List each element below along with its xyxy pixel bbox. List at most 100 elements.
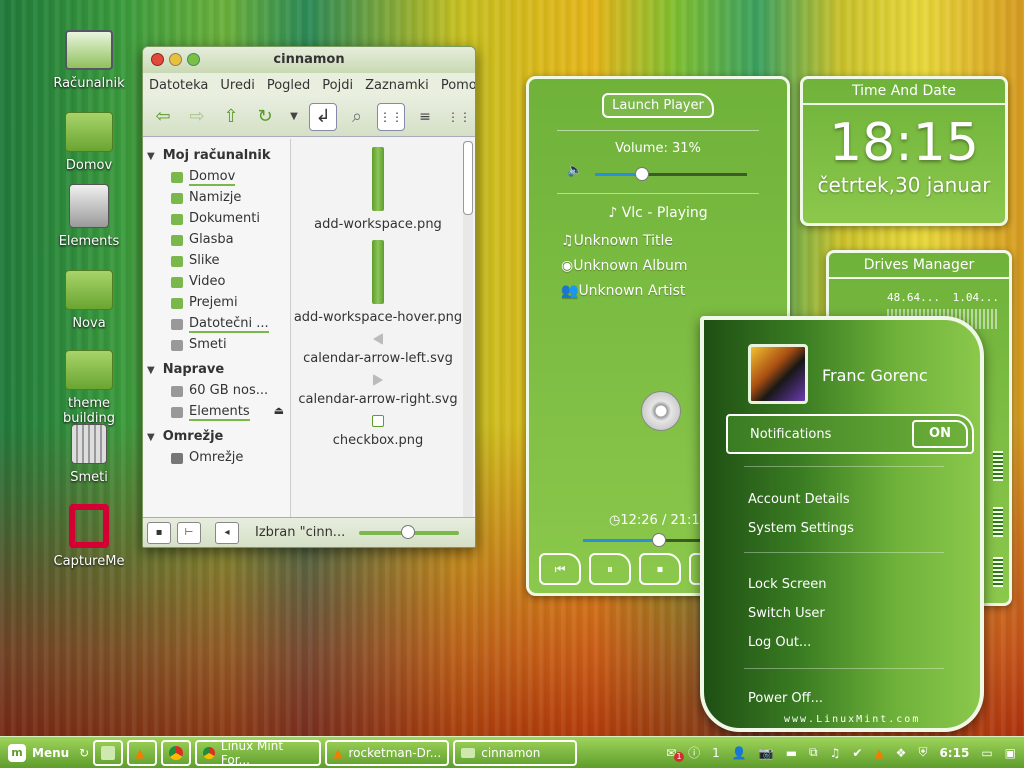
- sidebar-item-desktop[interactable]: Namizje: [143, 187, 290, 208]
- sidebar-header[interactable]: Naprave: [143, 359, 290, 380]
- sidebar-item-network[interactable]: Omrežje: [143, 447, 290, 468]
- menu-item-file[interactable]: Datoteka: [149, 78, 208, 93]
- show-desktop-icon[interactable]: ▭: [981, 746, 992, 760]
- music-icon[interactable]: ♫: [830, 746, 841, 760]
- desktop-icon-nova[interactable]: Nova: [44, 270, 134, 331]
- menu-item-help[interactable]: Pomoč: [441, 78, 475, 93]
- compact-view-icon[interactable]: ⋮⋮: [445, 103, 473, 131]
- maximize-icon[interactable]: [187, 53, 200, 66]
- task-rocketman[interactable]: ▲ rocketman-Dr...: [325, 739, 450, 766]
- footer-link[interactable]: www.LinuxMint.com: [784, 714, 920, 725]
- power-off-item[interactable]: Power Off...: [748, 691, 823, 706]
- log-out-item[interactable]: Log Out...: [748, 635, 811, 650]
- pause-button[interactable]: ⏸: [589, 553, 631, 585]
- file-item[interactable]: add-workspace-hover.png: [293, 232, 463, 325]
- scrollbar-thumb[interactable]: [463, 141, 473, 215]
- launcher-vlc[interactable]: ▲: [127, 739, 158, 766]
- menu-item-go[interactable]: Pojdi: [322, 78, 353, 93]
- file-item[interactable]: calendar-arrow-left.svg: [293, 325, 463, 366]
- mail-icon[interactable]: ✉ 1: [666, 746, 685, 762]
- camera-icon[interactable]: 📷: [759, 746, 774, 760]
- system-settings-item[interactable]: System Settings: [748, 521, 854, 536]
- alert-icon[interactable]: ⓘ: [688, 744, 700, 761]
- desktop-icon-captureme[interactable]: CaptureMe: [44, 504, 134, 569]
- menu-item-bookmarks[interactable]: Zaznamki: [365, 78, 429, 93]
- sidebar-item-pictures[interactable]: Slike: [143, 250, 290, 271]
- taskbar-clock[interactable]: 6:15: [939, 746, 969, 760]
- account-details-item[interactable]: Account Details: [748, 492, 850, 507]
- lock-screen-item[interactable]: Lock Screen: [748, 577, 826, 592]
- notifications-switch[interactable]: ON: [912, 420, 968, 448]
- desktop-icon-trash[interactable]: Smeti: [44, 424, 134, 485]
- show-places-icon[interactable]: ▪: [147, 521, 171, 544]
- previous-button[interactable]: ⏮: [539, 553, 581, 585]
- desktop-icon-theme-building[interactable]: theme building: [40, 350, 138, 426]
- refresh-icon[interactable]: ↻: [79, 746, 89, 760]
- workspace-icon[interactable]: ▣: [1005, 746, 1016, 760]
- sidebar-item-videos[interactable]: Video: [143, 271, 290, 292]
- launcher-chrome[interactable]: [161, 739, 192, 766]
- file-item[interactable]: calendar-arrow-right.svg: [293, 366, 463, 407]
- menu-button[interactable]: m Menu: [0, 743, 77, 762]
- icon-view-icon[interactable]: ⋮⋮: [377, 102, 405, 131]
- zoom-slider-knob[interactable]: [401, 524, 416, 539]
- close-icon[interactable]: [151, 53, 164, 66]
- file-manager-window[interactable]: cinnamon Datoteka Uredi Pogled Pojdi Zaz…: [142, 46, 476, 548]
- dropbox-icon[interactable]: ❖: [896, 746, 907, 760]
- file-item[interactable]: checkbox.png: [293, 407, 463, 448]
- minimize-icon[interactable]: [169, 53, 182, 66]
- sidebar-item-trash[interactable]: Smeti: [143, 334, 290, 355]
- task-cinnamon[interactable]: cinnamon: [453, 739, 578, 766]
- switch-user-item[interactable]: Switch User: [748, 606, 825, 621]
- sidebar-item-home[interactable]: Domov: [143, 166, 290, 187]
- back-icon[interactable]: ⇦: [149, 103, 177, 131]
- sidebar-item-downloads[interactable]: Prejemi: [143, 292, 290, 313]
- show-tree-icon[interactable]: ⊢: [177, 521, 201, 544]
- shield-icon[interactable]: ⛨: [918, 745, 927, 760]
- scrollbar[interactable]: [463, 141, 473, 517]
- dropdown-chevron-icon[interactable]: ▼: [285, 103, 303, 131]
- checkbox-icon: [372, 415, 384, 427]
- launcher-files[interactable]: [93, 739, 124, 766]
- zoom-slider[interactable]: [359, 524, 460, 539]
- windows-icon[interactable]: ⧉: [809, 745, 818, 760]
- forward-icon[interactable]: ⇨: [183, 103, 211, 131]
- menu-item-view[interactable]: Pogled: [267, 78, 310, 93]
- seek-slider[interactable]: [583, 533, 713, 547]
- sidebar-item-disk[interactable]: 60 GB nos...: [143, 380, 290, 401]
- eject-icon[interactable]: ⏏: [274, 404, 284, 417]
- menu-item-edit[interactable]: Uredi: [220, 78, 254, 93]
- sidebar-item-documents[interactable]: Dokumenti: [143, 208, 290, 229]
- arrow-left-icon: [373, 333, 383, 345]
- volume-slider-knob[interactable]: [635, 167, 650, 181]
- user-icon[interactable]: 👤: [732, 746, 747, 760]
- search-icon[interactable]: ⌕: [343, 103, 371, 131]
- up-icon[interactable]: ⇧: [217, 103, 245, 131]
- check-icon[interactable]: ✔: [852, 746, 862, 760]
- drive-icon[interactable]: ▬: [786, 746, 797, 760]
- volume-slider[interactable]: [595, 167, 747, 181]
- file-item[interactable]: add-workspace.png: [293, 139, 463, 232]
- launch-player-button[interactable]: Launch Player: [602, 93, 714, 118]
- vlc-icon[interactable]: ▲: [874, 746, 883, 760]
- desktop-icon-elements[interactable]: Elements: [44, 184, 134, 249]
- task-chrome[interactable]: Linux Mint For...: [195, 739, 322, 767]
- track-album: Unknown Album: [573, 258, 688, 274]
- hide-sidebar-icon[interactable]: ◂: [215, 521, 239, 544]
- sidebar-item-elements[interactable]: Elements ⏏: [143, 401, 290, 422]
- list-view-icon[interactable]: ≡: [411, 103, 439, 131]
- sidebar-item-music[interactable]: Glasba: [143, 229, 290, 250]
- user-avatar[interactable]: [748, 344, 808, 404]
- seek-slider-knob[interactable]: [652, 533, 667, 547]
- toggle-location-icon[interactable]: ↲: [309, 102, 337, 131]
- mint-logo-icon: m: [8, 743, 26, 762]
- stop-button[interactable]: ⏹: [639, 553, 681, 585]
- sidebar-header[interactable]: Omrežje: [143, 426, 290, 447]
- window-titlebar[interactable]: cinnamon: [143, 47, 475, 73]
- sidebar-header[interactable]: Moj računalnik: [143, 145, 290, 166]
- desktop-icon-computer[interactable]: Računalnik: [44, 30, 134, 91]
- desktop-icon-home[interactable]: Domov: [44, 112, 134, 173]
- notifications-toggle-row[interactable]: Notifications ON: [726, 414, 974, 454]
- reload-icon[interactable]: ↻: [251, 103, 279, 131]
- sidebar-item-filesystem[interactable]: Datotečni ...: [143, 313, 290, 334]
